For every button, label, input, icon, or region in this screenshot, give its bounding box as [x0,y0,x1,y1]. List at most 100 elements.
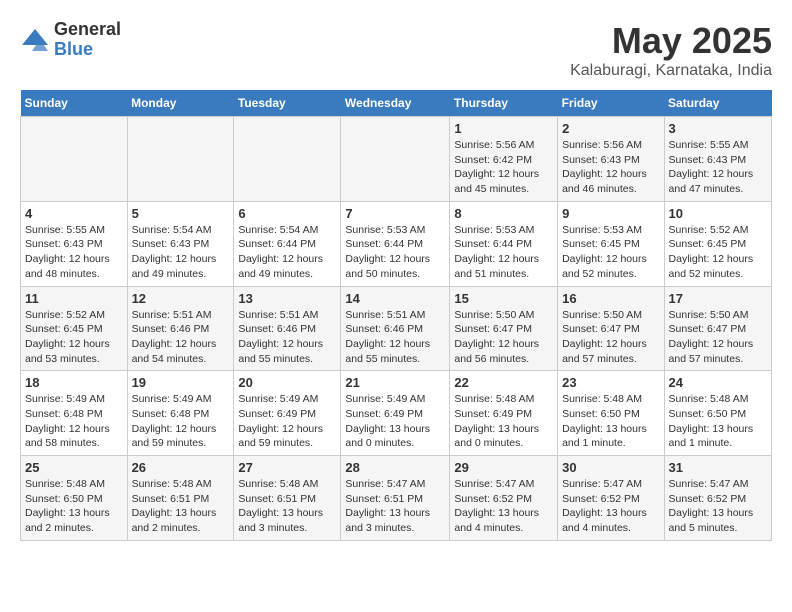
calendar-cell: 10 Sunrise: 5:52 AM Sunset: 6:45 PM Dayli… [664,201,771,286]
day-number: 24 [669,375,767,390]
cell-content: Sunrise: 5:56 AM Sunset: 6:42 PM Dayligh… [454,138,553,197]
calendar-cell: 30 Sunrise: 5:47 AM Sunset: 6:52 PM Dayli… [558,456,664,541]
day-number: 17 [669,291,767,306]
calendar-cell: 15 Sunrise: 5:50 AM Sunset: 6:47 PM Dayli… [450,286,558,371]
cell-content: Sunrise: 5:54 AM Sunset: 6:44 PM Dayligh… [238,223,336,282]
calendar-cell: 5Sunrise: 5:54 AM Sunset: 6:43 PM Daylig… [127,201,234,286]
calendar-cell [234,117,341,202]
cell-content: Sunrise: 5:47 AM Sunset: 6:52 PM Dayligh… [562,477,659,536]
day-number: 6 [238,206,336,221]
header-tuesday: Tuesday [234,90,341,117]
day-number: 3 [669,121,767,136]
cell-content: Sunrise: 5:50 AM Sunset: 6:47 PM Dayligh… [454,308,553,367]
calendar-cell: 7Sunrise: 5:53 AM Sunset: 6:44 PM Daylig… [341,201,450,286]
cell-content: Sunrise: 5:55 AM Sunset: 6:43 PM Dayligh… [669,138,767,197]
header-friday: Friday [558,90,664,117]
cell-content: Sunrise: 5:47 AM Sunset: 6:52 PM Dayligh… [669,477,767,536]
calendar-table: SundayMondayTuesdayWednesdayThursdayFrid… [20,90,772,541]
calendar-cell [341,117,450,202]
calendar-cell: 20 Sunrise: 5:49 AM Sunset: 6:49 PM Dayli… [234,371,341,456]
calendar-cell: 6 Sunrise: 5:54 AM Sunset: 6:44 PM Daylig… [234,201,341,286]
day-number: 1 [454,121,553,136]
calendar-cell: 4Sunrise: 5:55 AM Sunset: 6:43 PM Daylig… [21,201,128,286]
cell-content: Sunrise: 5:48 AM Sunset: 6:51 PM Dayligh… [132,477,230,536]
calendar-cell: 23 Sunrise: 5:48 AM Sunset: 6:50 PM Dayli… [558,371,664,456]
cell-content: Sunrise: 5:48 AM Sunset: 6:49 PM Dayligh… [454,392,553,451]
cell-content: Sunrise: 5:55 AM Sunset: 6:43 PM Dayligh… [25,223,123,282]
cell-content: Sunrise: 5:53 AM Sunset: 6:44 PM Dayligh… [454,223,553,282]
calendar-cell: 22Sunrise: 5:48 AM Sunset: 6:49 PM Dayli… [450,371,558,456]
header-row: SundayMondayTuesdayWednesdayThursdayFrid… [21,90,772,117]
logo-text: General Blue [54,20,121,60]
day-number: 21 [345,375,445,390]
day-number: 15 [454,291,553,306]
calendar-cell: 24 Sunrise: 5:48 AM Sunset: 6:50 PM Dayli… [664,371,771,456]
title-block: May 2025 Kalaburagi, Karnataka, India [570,20,772,80]
day-number: 30 [562,460,659,475]
calendar-cell: 26 Sunrise: 5:48 AM Sunset: 6:51 PM Dayli… [127,456,234,541]
cell-content: Sunrise: 5:51 AM Sunset: 6:46 PM Dayligh… [345,308,445,367]
calendar-cell: 18 Sunrise: 5:49 AM Sunset: 6:48 PM Dayli… [21,371,128,456]
day-number: 18 [25,375,123,390]
calendar-cell: 16Sunrise: 5:50 AM Sunset: 6:47 PM Dayli… [558,286,664,371]
cell-content: Sunrise: 5:54 AM Sunset: 6:43 PM Dayligh… [132,223,230,282]
day-number: 10 [669,206,767,221]
day-number: 14 [345,291,445,306]
cell-content: Sunrise: 5:49 AM Sunset: 6:48 PM Dayligh… [25,392,123,451]
calendar-cell: 31 Sunrise: 5:47 AM Sunset: 6:52 PM Dayli… [664,456,771,541]
header-sunday: Sunday [21,90,128,117]
calendar-cell: 14 Sunrise: 5:51 AM Sunset: 6:46 PM Dayli… [341,286,450,371]
cell-content: Sunrise: 5:49 AM Sunset: 6:49 PM Dayligh… [345,392,445,451]
day-number: 16 [562,291,659,306]
calendar-cell: 27 Sunrise: 5:48 AM Sunset: 6:51 PM Dayli… [234,456,341,541]
calendar-cell: 29 Sunrise: 5:47 AM Sunset: 6:52 PM Dayli… [450,456,558,541]
header-saturday: Saturday [664,90,771,117]
cell-content: Sunrise: 5:48 AM Sunset: 6:51 PM Dayligh… [238,477,336,536]
cell-content: Sunrise: 5:51 AM Sunset: 6:46 PM Dayligh… [238,308,336,367]
calendar-cell: 17Sunrise: 5:50 AM Sunset: 6:47 PM Dayli… [664,286,771,371]
cell-content: Sunrise: 5:48 AM Sunset: 6:50 PM Dayligh… [562,392,659,451]
week-row-2: 4Sunrise: 5:55 AM Sunset: 6:43 PM Daylig… [21,201,772,286]
page-header: General Blue May 2025 Kalaburagi, Karnat… [20,20,772,80]
day-number: 26 [132,460,230,475]
calendar-cell: 11Sunrise: 5:52 AM Sunset: 6:45 PM Dayli… [21,286,128,371]
calendar-cell: 13Sunrise: 5:51 AM Sunset: 6:46 PM Dayli… [234,286,341,371]
header-wednesday: Wednesday [341,90,450,117]
logo-icon [20,25,50,55]
day-number: 8 [454,206,553,221]
cell-content: Sunrise: 5:47 AM Sunset: 6:52 PM Dayligh… [454,477,553,536]
logo: General Blue [20,20,121,60]
calendar-cell: 19 Sunrise: 5:49 AM Sunset: 6:48 PM Dayli… [127,371,234,456]
main-title: May 2025 [570,20,772,62]
day-number: 31 [669,460,767,475]
day-number: 27 [238,460,336,475]
calendar-cell: 8 Sunrise: 5:53 AM Sunset: 6:44 PM Daylig… [450,201,558,286]
day-number: 12 [132,291,230,306]
day-number: 9 [562,206,659,221]
calendar-cell: 28Sunrise: 5:47 AM Sunset: 6:51 PM Dayli… [341,456,450,541]
cell-content: Sunrise: 5:49 AM Sunset: 6:49 PM Dayligh… [238,392,336,451]
calendar-cell: 25Sunrise: 5:48 AM Sunset: 6:50 PM Dayli… [21,456,128,541]
cell-content: Sunrise: 5:52 AM Sunset: 6:45 PM Dayligh… [25,308,123,367]
week-row-3: 11Sunrise: 5:52 AM Sunset: 6:45 PM Dayli… [21,286,772,371]
cell-content: Sunrise: 5:49 AM Sunset: 6:48 PM Dayligh… [132,392,230,451]
logo-general: General [54,20,121,40]
cell-content: Sunrise: 5:48 AM Sunset: 6:50 PM Dayligh… [25,477,123,536]
calendar-cell: 2Sunrise: 5:56 AM Sunset: 6:43 PM Daylig… [558,117,664,202]
day-number: 29 [454,460,553,475]
calendar-cell: 1 Sunrise: 5:56 AM Sunset: 6:42 PM Daylig… [450,117,558,202]
subtitle: Kalaburagi, Karnataka, India [570,62,772,80]
calendar-cell: 3 Sunrise: 5:55 AM Sunset: 6:43 PM Daylig… [664,117,771,202]
header-monday: Monday [127,90,234,117]
day-number: 23 [562,375,659,390]
cell-content: Sunrise: 5:48 AM Sunset: 6:50 PM Dayligh… [669,392,767,451]
calendar-cell [127,117,234,202]
calendar-cell: 9Sunrise: 5:53 AM Sunset: 6:45 PM Daylig… [558,201,664,286]
day-number: 20 [238,375,336,390]
cell-content: Sunrise: 5:52 AM Sunset: 6:45 PM Dayligh… [669,223,767,282]
cell-content: Sunrise: 5:47 AM Sunset: 6:51 PM Dayligh… [345,477,445,536]
day-number: 2 [562,121,659,136]
calendar-cell: 12Sunrise: 5:51 AM Sunset: 6:46 PM Dayli… [127,286,234,371]
day-number: 19 [132,375,230,390]
cell-content: Sunrise: 5:53 AM Sunset: 6:44 PM Dayligh… [345,223,445,282]
